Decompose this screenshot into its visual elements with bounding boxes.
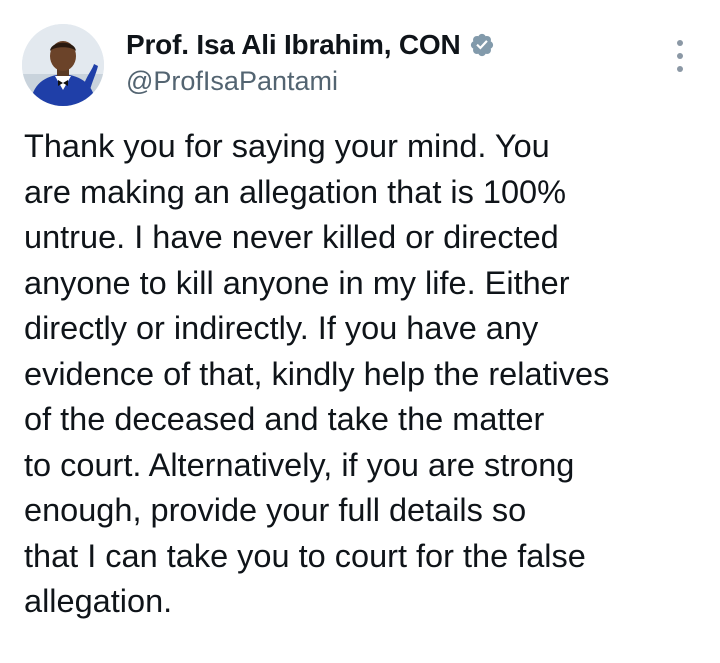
tweet-text-line: anyone to kill anyone in my life. Either <box>24 264 570 301</box>
more-options-button[interactable] <box>666 36 694 76</box>
author-handle[interactable]: @ProfIsaPantami <box>126 66 640 97</box>
more-options-icon <box>677 40 683 46</box>
tweet-text-line: directly or indirectly. If you have any <box>24 310 539 346</box>
avatar-photo <box>22 24 104 106</box>
verified-badge-icon <box>469 32 495 58</box>
tweet-text-line: allegation. <box>24 583 173 619</box>
tweet-text-line: are making an allegation that is 100% <box>24 173 567 210</box>
author-info: Prof. Isa Ali Ibrahim, CON @ProfIsaPanta… <box>126 26 640 97</box>
tweet-text-line: enough, provide your full details so <box>24 492 527 528</box>
tweet-text-line: untrue. I have never killed or directed <box>24 219 559 255</box>
avatar[interactable] <box>22 24 104 106</box>
tweet-text-line: that I can take you to court for the fal… <box>24 537 586 574</box>
tweet-text-line: Thank you for saying your mind. You <box>24 128 550 164</box>
tweet-text: Thank you for saying your mind. You are … <box>24 124 704 625</box>
more-options-icon <box>677 53 683 59</box>
tweet-card: Prof. Isa Ali Ibrahim, CON @ProfIsaPanta… <box>0 0 720 663</box>
tweet-text-line: of the deceased and take the matter <box>24 401 545 437</box>
more-options-icon <box>677 66 683 72</box>
tweet-text-line: evidence of that, kindly help the relati… <box>24 355 610 392</box>
author-display-name[interactable]: Prof. Isa Ali Ibrahim, CON <box>126 29 461 61</box>
name-row: Prof. Isa Ali Ibrahim, CON <box>126 26 640 64</box>
tweet-text-line: to court. Alternatively, if you are stro… <box>24 446 575 483</box>
